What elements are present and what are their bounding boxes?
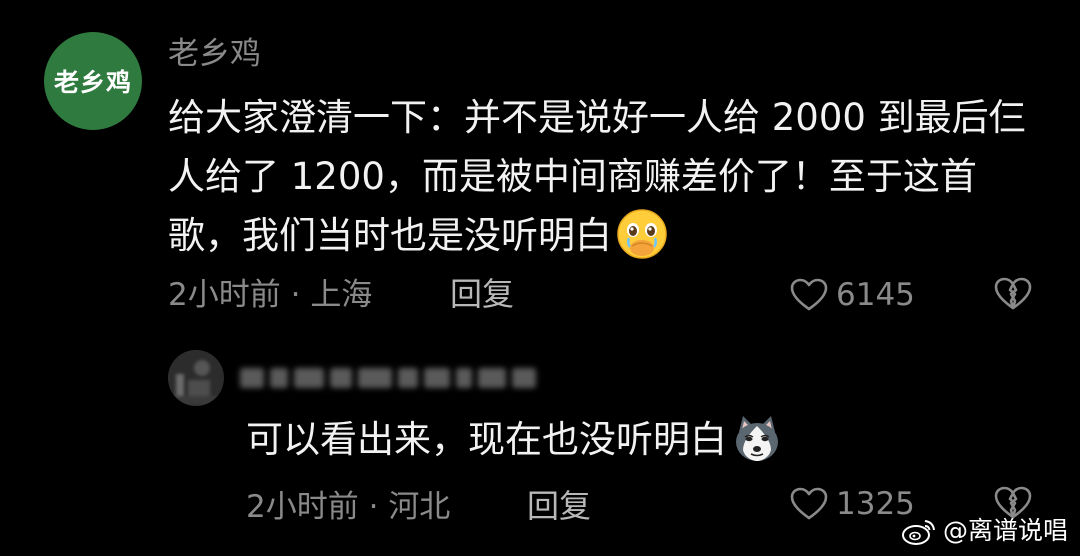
reply-time: 2小时前	[246, 489, 359, 525]
reply-meta: 2小时前 · 河北	[246, 487, 450, 527]
reply-button[interactable]: 回复	[450, 274, 514, 314]
weibo-logo-icon	[901, 520, 935, 545]
reply-avatar[interactable]	[168, 350, 224, 406]
heart-icon	[790, 278, 828, 311]
reply-to-reply-button[interactable]: 回复	[527, 486, 591, 526]
avatar-text: 老乡鸡	[53, 68, 132, 97]
weibo-watermark: @离谱说唱	[901, 514, 1068, 548]
like-count: 6145	[836, 277, 915, 313]
face-holding-back-tears-emoji-icon	[617, 209, 667, 259]
comment-text: 给大家澄清一下：并不是说好一人给 2000 到最后仨人给了 1200，而是被中间…	[168, 96, 1026, 257]
comment-time: 2小时前	[168, 277, 281, 313]
like-button[interactable]: 6145	[790, 275, 915, 315]
broken-heart-icon[interactable]	[994, 277, 1032, 311]
husky-dog-emoji-icon	[736, 416, 778, 461]
meta-separator: ·	[368, 489, 379, 525]
comment-content: 给大家澄清一下：并不是说好一人给 2000 到最后仨人给了 1200，而是被中间…	[168, 88, 1048, 265]
comment-location: 上海	[310, 277, 373, 313]
meta-separator: ·	[290, 277, 301, 313]
avatar-laoxiangji[interactable]: 老乡鸡	[44, 32, 142, 130]
reply-like-button[interactable]: 1325	[790, 484, 915, 524]
blurred-avatar-image	[168, 350, 224, 406]
reply-username-blurred[interactable]	[240, 364, 540, 392]
heart-icon	[790, 487, 828, 520]
comment-username[interactable]: 老乡鸡	[168, 34, 261, 74]
comment-meta: 2小时前 · 上海	[168, 275, 372, 315]
reply-content: 可以看出来，现在也没听明白	[246, 410, 783, 469]
reply-text: 可以看出来，现在也没听明白	[246, 418, 727, 461]
watermark-text: @离谱说唱	[942, 516, 1068, 545]
reply-location: 河北	[388, 489, 451, 525]
